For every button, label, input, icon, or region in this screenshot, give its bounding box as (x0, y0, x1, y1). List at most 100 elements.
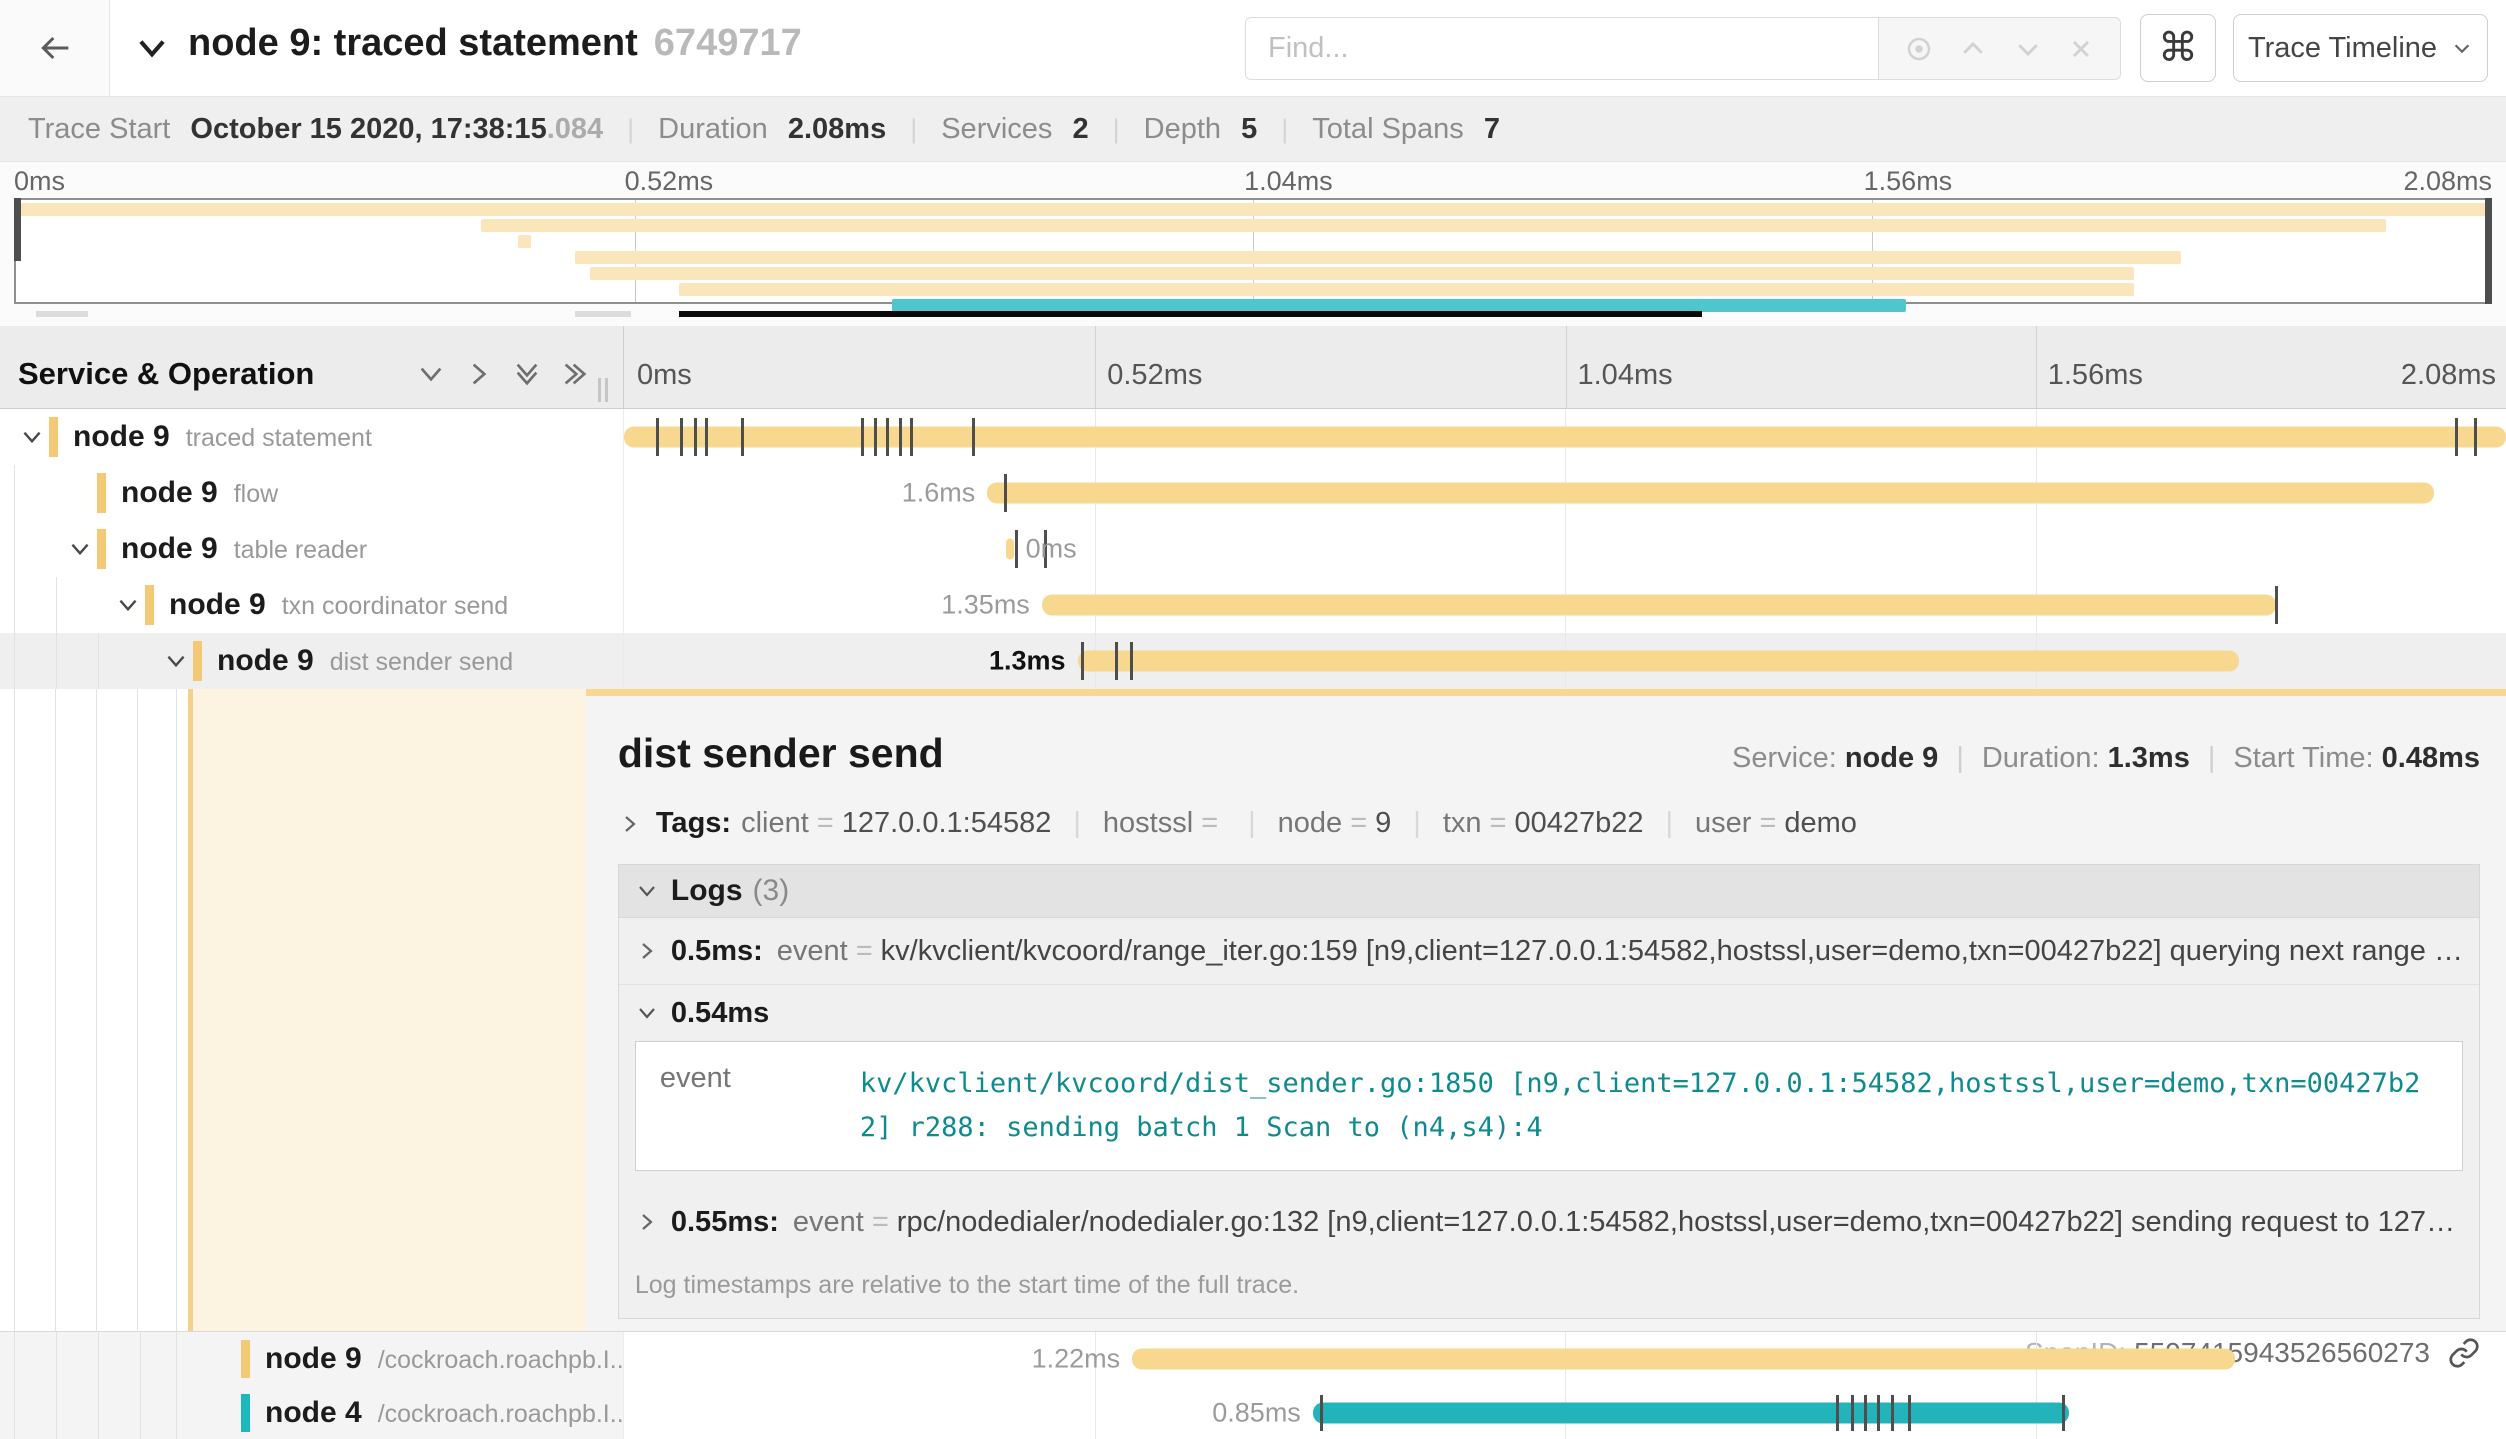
span-collapse-chevron-icon[interactable] (19, 424, 45, 450)
service-color-swatch (49, 417, 58, 457)
span-duration-bar[interactable] (1313, 1403, 2070, 1424)
tree-depth-guide (176, 1332, 177, 1386)
tree-depth-guide (14, 1332, 15, 1386)
tree-depth-guide (96, 689, 97, 1331)
span-row-name-cell[interactable]: node 4/cockroach.roachpb.I... (0, 1386, 624, 1439)
tags-label: Tags: (656, 807, 731, 840)
ruler-tick-line (2036, 326, 2037, 408)
span-bar-cell[interactable]: 1.3ms (624, 633, 2506, 689)
log-field-equals: = (872, 1206, 889, 1239)
span-bar-cell[interactable]: 1.22ms (624, 1332, 2506, 1386)
span-row[interactable]: node 4/cockroach.roachpb.I...0.85ms (0, 1386, 2506, 1439)
meta-value: node 9 (1845, 742, 1938, 774)
span-bar-cell[interactable]: 1.6ms (624, 465, 2506, 521)
span-name: node 9txn coordinator send (169, 588, 508, 622)
span-duration-bar[interactable] (1132, 1349, 2235, 1370)
summary-item-label: Depth (1144, 113, 1229, 145)
span-collapse-chevron-icon[interactable] (115, 592, 141, 618)
span-duration-bar[interactable] (987, 483, 2434, 504)
minimap-drag-handle-left[interactable] (14, 198, 21, 261)
prev-match-icon[interactable] (1958, 34, 1988, 64)
tree-depth-guide (55, 689, 56, 1331)
tag-value: 00427b22 (1514, 807, 1643, 840)
span-row-name-cell[interactable]: node 9table reader (0, 521, 624, 577)
log-row[interactable]: 0.55ms:event=rpc/nodedialer/nodedialer.g… (619, 1189, 2479, 1255)
logs-count: (3) (753, 874, 790, 908)
span-collapse-chevron-icon[interactable] (67, 536, 93, 562)
log-marker-tick (1864, 1395, 1867, 1431)
span-row[interactable]: node 9traced statement (0, 409, 2506, 465)
span-bar-cell[interactable] (624, 409, 2506, 465)
service-color-swatch (193, 641, 202, 681)
log-row-expanded-header[interactable]: 0.54ms (619, 985, 2479, 1041)
span-duration-label: 1.22ms (1032, 1344, 1121, 1375)
trace-title-collapse-toggle[interactable] (133, 28, 177, 68)
span-row[interactable]: node 9dist sender send1.3ms (0, 633, 2506, 689)
logs-header[interactable]: Logs (3) (619, 865, 2479, 918)
span-row-name-cell[interactable]: node 9txn coordinator send (0, 577, 624, 633)
column-resizer-handle[interactable] (598, 378, 614, 402)
log-marker-tick (741, 418, 744, 456)
span-row[interactable]: node 9flow1.6ms (0, 465, 2506, 521)
service-color-swatch (145, 585, 154, 625)
span-bar-cell[interactable]: 0ms (624, 521, 2506, 577)
summary-item-label: Duration (658, 113, 776, 145)
tree-depth-guide (14, 577, 15, 633)
span-bar-cell[interactable]: 0.85ms (624, 1386, 2506, 1439)
span-duration-bar[interactable] (624, 427, 2506, 448)
find-input[interactable] (1245, 17, 1878, 80)
expand-one-icon[interactable] (463, 358, 495, 390)
expand-all-icon[interactable] (559, 358, 591, 390)
span-detail-meta: Service: node 9|Duration: 1.3ms|Start Ti… (1732, 742, 2480, 775)
next-match-icon[interactable] (2013, 34, 2043, 64)
tag-divider: | (1248, 807, 1256, 840)
match-case-icon[interactable] (1904, 34, 1934, 64)
tree-depth-guide (140, 1332, 141, 1386)
span-row-name-cell[interactable]: node 9flow (0, 465, 624, 521)
log-marker-tick (1908, 1395, 1911, 1431)
span-row[interactable]: node 9table reader0ms (0, 521, 2506, 577)
tree-depth-guide (14, 521, 15, 577)
span-detail-title: dist sender send (618, 730, 944, 777)
minimap-drag-handle-right[interactable] (2485, 198, 2492, 304)
minimap-tick-label: 1.56ms (1864, 166, 1953, 197)
log-marker-tick (972, 418, 975, 456)
tag-divider: | (1665, 807, 1673, 840)
tag-equals: = (1201, 807, 1218, 840)
span-row[interactable]: node 9txn coordinator send 1.35ms (0, 577, 2506, 633)
log-field-key: event (793, 1206, 864, 1239)
tags-row[interactable]: Tags:client=127.0.0.1:54582|hostssl=|nod… (618, 807, 2480, 840)
tag-key: client (741, 807, 809, 840)
minimap-scrollbar[interactable] (679, 311, 1702, 317)
clear-search-icon[interactable] (2067, 35, 2095, 63)
back-button[interactable] (0, 0, 110, 96)
collapse-all-icon[interactable] (511, 358, 543, 390)
service-name: node 9 (217, 644, 314, 677)
span-duration-bar[interactable] (1078, 651, 2239, 672)
summary-item-value: 2.08ms (788, 113, 886, 145)
span-duration-bar[interactable] (1006, 539, 1014, 560)
view-selector-button[interactable]: Trace Timeline (2233, 14, 2488, 82)
span-row-name-cell[interactable]: node 9dist sender send (0, 633, 624, 689)
log-marker-tick (1877, 1395, 1880, 1431)
log-row[interactable]: 0.5ms:event=kv/kvclient/kvcoord/range_it… (619, 918, 2479, 984)
keyboard-shortcuts-button[interactable]: ⌘ (2140, 14, 2216, 82)
chevron-right-icon (618, 812, 642, 836)
log-marker-tick (2455, 418, 2458, 456)
tree-depth-guide (176, 689, 177, 1331)
minimap-canvas[interactable] (14, 198, 2492, 304)
tag-divider: | (1413, 807, 1421, 840)
meta-value: 1.3ms (2108, 742, 2190, 774)
span-collapse-chevron-icon[interactable] (163, 648, 189, 674)
span-bar-cell[interactable]: 1.35ms (624, 577, 2506, 633)
collapse-one-icon[interactable] (415, 358, 447, 390)
span-row[interactable]: node 9/cockroach.roachpb.I... 1.22ms (0, 1332, 2506, 1386)
span-row-name-cell[interactable]: node 9traced statement (0, 409, 624, 465)
log-marker-tick (1320, 1395, 1323, 1431)
span-row-name-cell[interactable]: node 9/cockroach.roachpb.I... (0, 1332, 624, 1386)
log-marker-tick (1081, 642, 1084, 680)
log-marker-tick (874, 418, 877, 456)
minimap-scroll-stub (36, 311, 88, 317)
summary-item-value: 7 (1484, 113, 1500, 145)
span-duration-bar[interactable] (1042, 595, 2277, 616)
